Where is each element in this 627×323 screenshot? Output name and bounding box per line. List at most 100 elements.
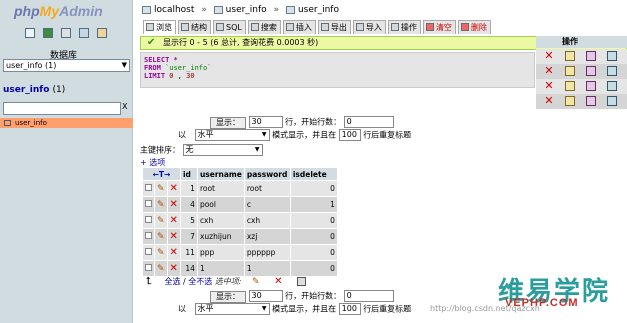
unique-icon[interactable]	[586, 96, 596, 106]
display-controls-bottom: 显示： 30 行，开始行数： 0	[210, 290, 394, 303]
export-selected-icon[interactable]	[297, 277, 307, 286]
operation-row: ✕	[536, 79, 627, 94]
drop-icon[interactable]: ✕	[544, 80, 554, 91]
edit-icon[interactable]: ✎	[157, 184, 165, 194]
edit-icon[interactable]: ✎	[157, 200, 165, 210]
edit-icon[interactable]: ✎	[157, 232, 165, 242]
tab-search[interactable]: 搜索	[247, 20, 281, 34]
table-row: ✎ ✕ 5 cxh cxh 0	[143, 213, 337, 228]
unique-icon[interactable]	[586, 51, 596, 61]
drop-icon[interactable]: ✕	[544, 50, 554, 61]
edit-icon[interactable]: ✎	[157, 248, 165, 258]
documentation-icon[interactable]	[61, 28, 71, 38]
tab-sql[interactable]: SQL	[213, 20, 246, 34]
row-checkbox[interactable]	[145, 264, 152, 271]
empty-table-icon[interactable]	[565, 51, 575, 61]
drop-icon[interactable]: ✕	[544, 95, 554, 106]
tab-drop[interactable]: 删除	[457, 20, 491, 34]
spatial-icon[interactable]	[607, 66, 617, 76]
phpmyadmin-logo[interactable]: phpMyAdmin	[14, 3, 103, 19]
with-selected-label: 选中项:	[214, 277, 242, 286]
edit-icon[interactable]: ✎	[157, 264, 165, 274]
cell-id: 11	[180, 245, 197, 260]
display-controls-top: 显示： 30 行，开始行数： 0	[210, 116, 394, 129]
database-select[interactable]: user_info (1) ▼	[3, 59, 130, 72]
rows-input[interactable]: 30	[248, 116, 283, 128]
delete-icon[interactable]: ✕	[170, 199, 178, 210]
delete-icon[interactable]: ✕	[170, 183, 178, 194]
delete-icon[interactable]: ✕	[170, 247, 178, 258]
export-icon	[320, 23, 329, 31]
display-mode-select[interactable]: 水平 ▼	[194, 303, 270, 315]
tab-structure[interactable]: 结构	[178, 20, 211, 34]
row-checkbox[interactable]	[145, 248, 152, 255]
cell-id: 5	[180, 213, 197, 228]
row-checkbox[interactable]	[145, 216, 152, 223]
start-row-input[interactable]: 0	[343, 116, 394, 128]
repeat-headers-input[interactable]: 100	[338, 129, 361, 141]
start-row-input[interactable]: 0	[343, 290, 394, 302]
edit-icon[interactable]: ✎	[157, 216, 165, 226]
column-header-isdelete[interactable]: isdelete	[290, 168, 337, 180]
column-nav-arrows[interactable]: ←T→	[143, 168, 180, 180]
show-button[interactable]: 显示：	[210, 290, 246, 303]
cell-id: 14	[180, 261, 197, 276]
unique-icon[interactable]	[586, 81, 596, 91]
tab-import[interactable]: 导入	[352, 20, 386, 34]
table-row: ✎ ✕ 7 xuzhijun xzj 0	[143, 229, 337, 244]
spatial-icon[interactable]	[607, 81, 617, 91]
clear-filter-button[interactable]: X	[122, 102, 127, 111]
delete-icon[interactable]: ✕	[170, 231, 178, 242]
drop-icon[interactable]: ✕	[544, 65, 554, 76]
repeat-headers-input[interactable]: 100	[338, 303, 361, 315]
tab-operations[interactable]: 操作	[387, 20, 421, 34]
empty-table-icon[interactable]	[565, 66, 575, 76]
check-all-link[interactable]: 全选	[164, 277, 180, 286]
structure-icon	[181, 23, 189, 31]
spatial-icon[interactable]	[607, 96, 617, 106]
row-checkbox[interactable]	[145, 232, 152, 239]
operation-row: ✕	[536, 64, 627, 79]
home-icon[interactable]	[25, 28, 35, 38]
empty-table-icon[interactable]	[565, 96, 575, 106]
column-header-id[interactable]: id	[180, 168, 197, 180]
unique-icon[interactable]	[586, 66, 596, 76]
tab-empty[interactable]: 清空	[422, 20, 456, 34]
reload-icon[interactable]	[97, 28, 107, 38]
cell-username: cxh	[197, 213, 244, 228]
sidebar-item-user-info[interactable]: user_info	[0, 118, 133, 128]
select-arrow-icon: ⮤	[146, 276, 152, 287]
sql-docs-icon[interactable]	[79, 28, 89, 38]
delete-icon[interactable]: ✕	[170, 215, 178, 226]
column-header-password[interactable]: password	[244, 168, 290, 180]
column-header-username[interactable]: username	[197, 168, 244, 180]
query-window-icon[interactable]	[43, 28, 53, 38]
table-filter-input[interactable]	[3, 102, 121, 115]
breadcrumb-server[interactable]: localhost	[154, 5, 194, 15]
start-row-label: 行，开始行数：	[285, 291, 342, 301]
cell-password: pppppp	[244, 245, 290, 260]
tab-insert[interactable]: 插入	[282, 20, 316, 34]
empty-table-icon[interactable]	[565, 81, 575, 91]
row-checkbox[interactable]	[145, 200, 152, 207]
delete-icon[interactable]: ✕	[170, 263, 178, 274]
sort-select[interactable]: 无 ▼	[182, 144, 263, 156]
display-mode-select[interactable]: 水平 ▼	[194, 129, 270, 141]
show-button[interactable]: 显示：	[210, 116, 246, 129]
uncheck-all-link[interactable]: 全不选	[188, 277, 212, 286]
row-checkbox[interactable]	[145, 184, 152, 191]
breadcrumb-table[interactable]: user_info	[298, 5, 339, 15]
watermark-url: http://blog.csdn.net/qazcxh	[430, 304, 540, 313]
spatial-icon[interactable]	[607, 51, 617, 61]
tab-export[interactable]: 导出	[317, 20, 351, 34]
rows-input[interactable]: 30	[248, 290, 283, 302]
chevron-down-icon: ▼	[261, 131, 267, 138]
mode-controls-bottom: 以 水平 ▼ 模式显示，并且在 100 行后重复标题	[178, 303, 412, 315]
current-database[interactable]: user_info (1)	[3, 85, 65, 95]
drop-icon	[460, 23, 469, 31]
edit-selected-icon[interactable]: ✎	[252, 277, 260, 287]
delete-selected-icon[interactable]: ✕	[274, 276, 282, 287]
table-row: ✎ ✕ 4 pool c 1	[143, 197, 337, 212]
breadcrumb-database[interactable]: user_info	[226, 5, 267, 15]
tab-browse[interactable]: 浏览	[143, 20, 176, 34]
